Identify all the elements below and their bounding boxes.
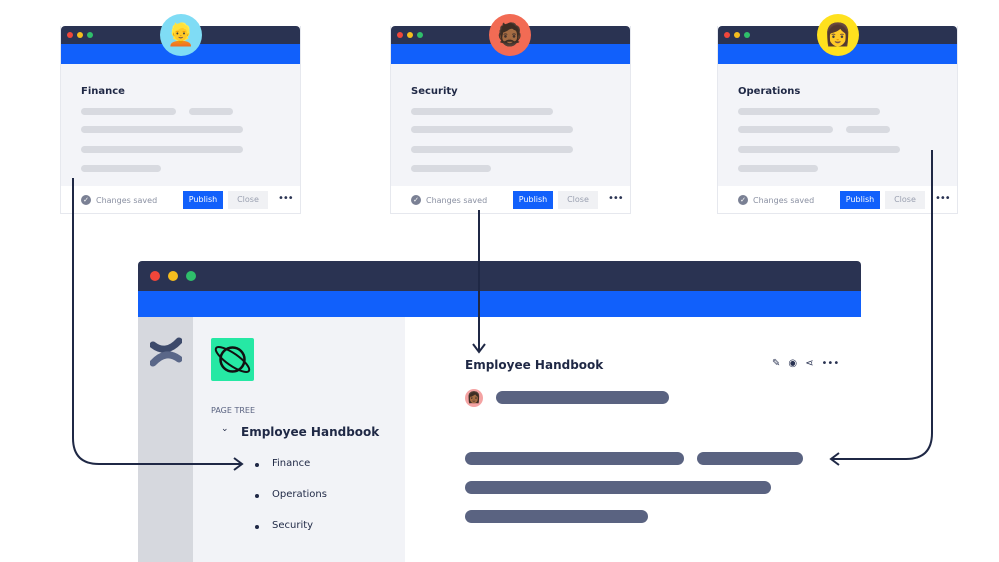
operations-arrow (829, 150, 933, 466)
flow-arrows (72, 150, 933, 471)
finance-arrow (72, 178, 244, 471)
security-arrow (472, 210, 486, 354)
